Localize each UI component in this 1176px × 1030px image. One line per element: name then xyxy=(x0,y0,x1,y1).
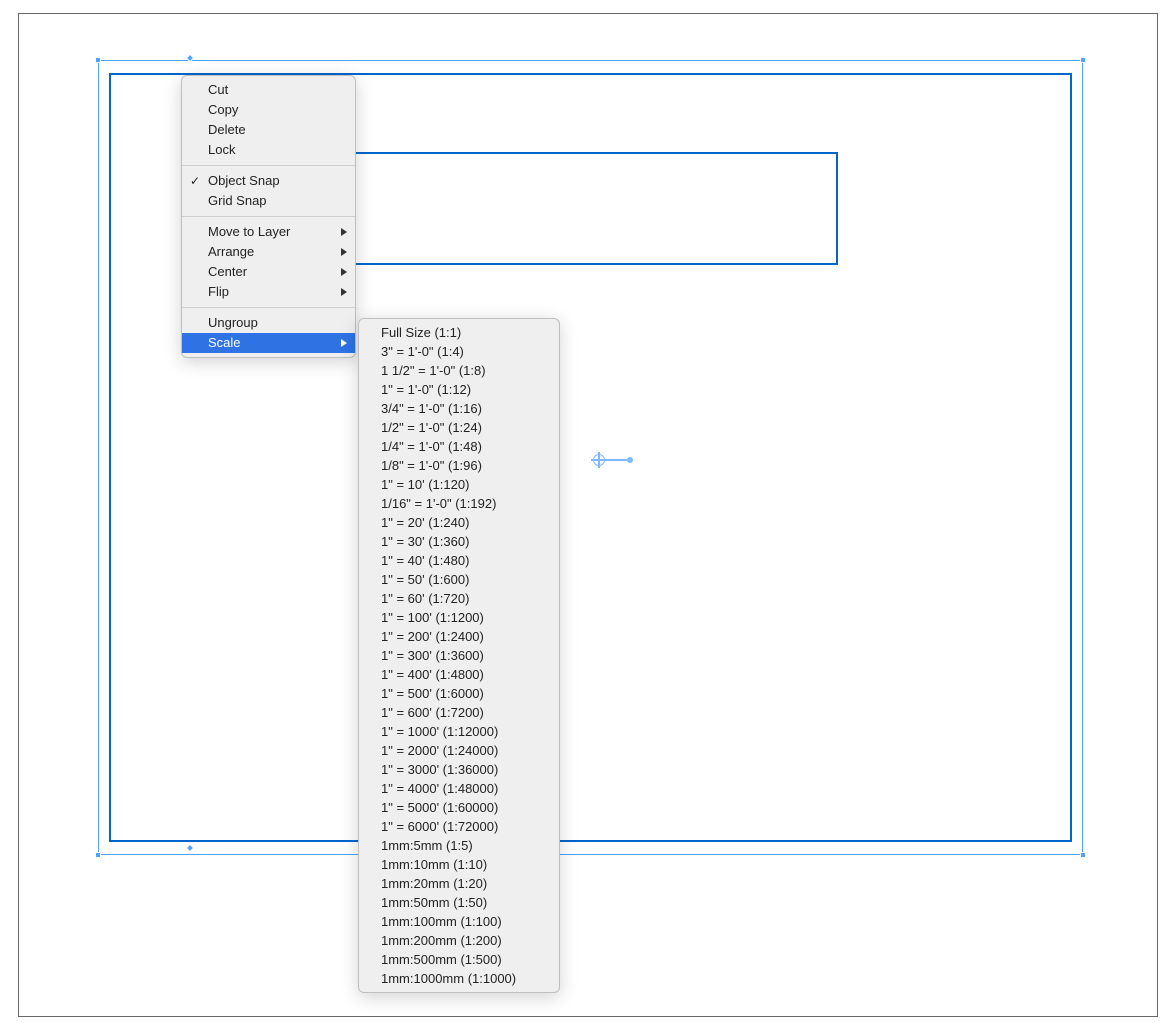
scale-option[interactable]: 1" = 1000' (1:12000) xyxy=(359,722,559,741)
scale-option[interactable]: 1mm:1000mm (1:1000) xyxy=(359,969,559,988)
menu-lock[interactable]: Lock xyxy=(182,140,355,160)
selection-handle-tr[interactable] xyxy=(1080,57,1086,63)
menu-move-to-layer[interactable]: Move to Layer xyxy=(182,222,355,242)
scale-option[interactable]: 1" = 400' (1:4800) xyxy=(359,665,559,684)
scale-option[interactable]: Full Size (1:1) xyxy=(359,323,559,342)
scale-option[interactable]: 1" = 600' (1:7200) xyxy=(359,703,559,722)
scale-option[interactable]: 1mm:50mm (1:50) xyxy=(359,893,559,912)
layer-origin-indicator xyxy=(593,454,621,466)
menu-copy[interactable]: Copy xyxy=(182,100,355,120)
scale-option[interactable]: 1" = 1'-0" (1:12) xyxy=(359,380,559,399)
scale-option[interactable]: 1/8" = 1'-0" (1:96) xyxy=(359,456,559,475)
scale-option[interactable]: 1mm:500mm (1:500) xyxy=(359,950,559,969)
scale-option[interactable]: 1/4" = 1'-0" (1:48) xyxy=(359,437,559,456)
menu-delete[interactable]: Delete xyxy=(182,120,355,140)
scale-option[interactable]: 1mm:20mm (1:20) xyxy=(359,874,559,893)
scale-option[interactable]: 1" = 200' (1:2400) xyxy=(359,627,559,646)
scale-option[interactable]: 1/16" = 1'-0" (1:192) xyxy=(359,494,559,513)
menu-cut[interactable]: Cut xyxy=(182,80,355,100)
scale-option[interactable]: 1 1/2" = 1'-0" (1:8) xyxy=(359,361,559,380)
menu-scale[interactable]: Scale xyxy=(182,333,355,353)
scale-option[interactable]: 1" = 2000' (1:24000) xyxy=(359,741,559,760)
menu-grid-snap[interactable]: Grid Snap xyxy=(182,191,355,211)
scale-option[interactable]: 1" = 4000' (1:48000) xyxy=(359,779,559,798)
scale-option[interactable]: 1" = 50' (1:600) xyxy=(359,570,559,589)
scale-option[interactable]: 1" = 10' (1:120) xyxy=(359,475,559,494)
menu-object-snap[interactable]: Object Snap xyxy=(182,171,355,191)
scale-option[interactable]: 1" = 5000' (1:60000) xyxy=(359,798,559,817)
scale-option[interactable]: 3" = 1'-0" (1:4) xyxy=(359,342,559,361)
menu-flip[interactable]: Flip xyxy=(182,282,355,302)
selection-handle-bl[interactable] xyxy=(95,852,101,858)
scale-option[interactable]: 1" = 30' (1:360) xyxy=(359,532,559,551)
scale-option[interactable]: 1" = 100' (1:1200) xyxy=(359,608,559,627)
scale-option[interactable]: 1mm:5mm (1:5) xyxy=(359,836,559,855)
scale-option[interactable]: 1" = 500' (1:6000) xyxy=(359,684,559,703)
scale-option[interactable]: 1" = 40' (1:480) xyxy=(359,551,559,570)
menu-separator xyxy=(182,307,355,308)
menu-center[interactable]: Center xyxy=(182,262,355,282)
scale-option[interactable]: 3/4" = 1'-0" (1:16) xyxy=(359,399,559,418)
scale-option[interactable]: 1mm:100mm (1:100) xyxy=(359,912,559,931)
menu-separator xyxy=(182,165,355,166)
menu-separator xyxy=(182,216,355,217)
scale-submenu[interactable]: Full Size (1:1)3" = 1'-0" (1:4)1 1/2" = … xyxy=(358,318,560,993)
selection-handle-tl[interactable] xyxy=(95,57,101,63)
menu-arrange[interactable]: Arrange xyxy=(182,242,355,262)
scale-option[interactable]: 1" = 3000' (1:36000) xyxy=(359,760,559,779)
menu-ungroup[interactable]: Ungroup xyxy=(182,313,355,333)
scale-option[interactable]: 1" = 6000' (1:72000) xyxy=(359,817,559,836)
selection-handle-br[interactable] xyxy=(1080,852,1086,858)
scale-option[interactable]: 1" = 20' (1:240) xyxy=(359,513,559,532)
context-menu[interactable]: Cut Copy Delete Lock Object Snap Grid Sn… xyxy=(181,75,356,358)
scale-option[interactable]: 1" = 300' (1:3600) xyxy=(359,646,559,665)
scale-option[interactable]: 1mm:10mm (1:10) xyxy=(359,855,559,874)
scale-option[interactable]: 1/2" = 1'-0" (1:24) xyxy=(359,418,559,437)
scale-option[interactable]: 1mm:200mm (1:200) xyxy=(359,931,559,950)
scale-option[interactable]: 1" = 60' (1:720) xyxy=(359,589,559,608)
